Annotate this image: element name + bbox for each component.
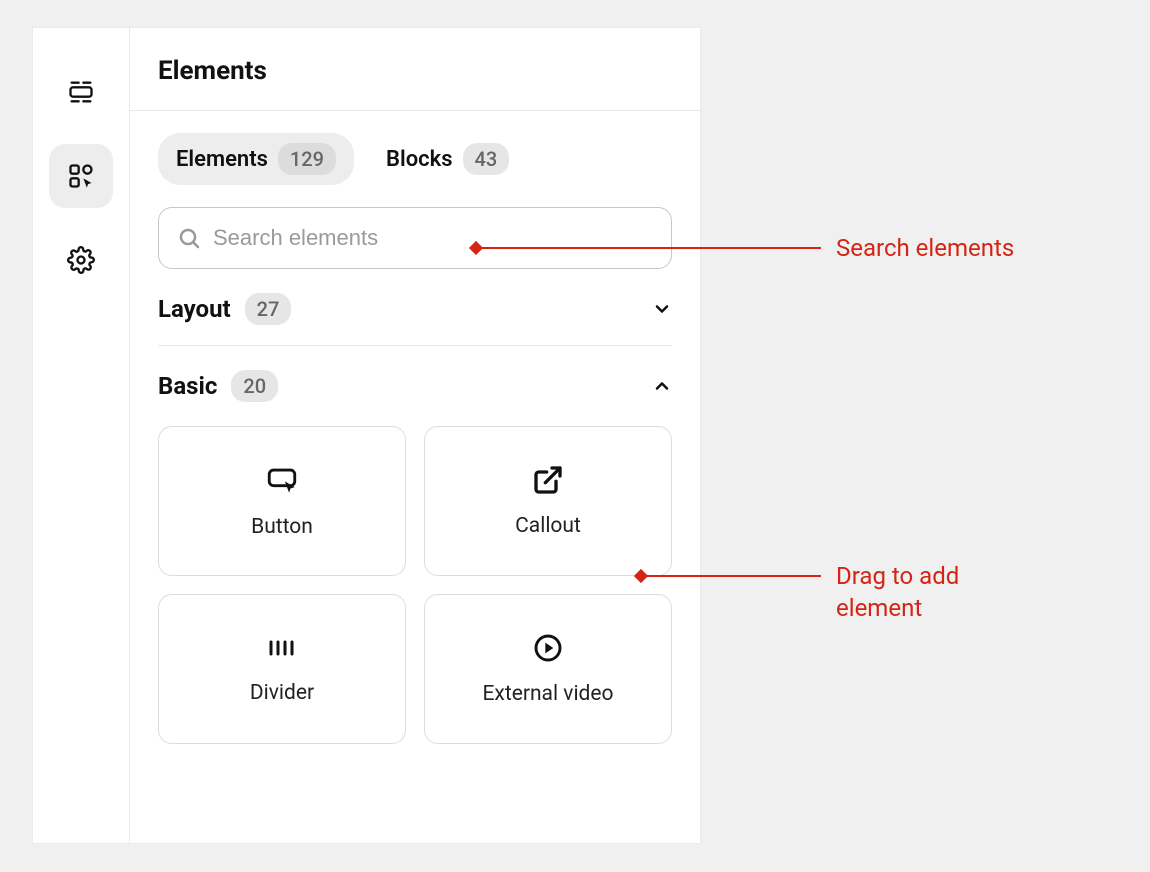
gear-icon [67, 246, 95, 274]
panel: Elements Elements 129 Blocks 43 [129, 28, 700, 843]
rail-settings-button[interactable] [49, 228, 113, 292]
play-circle-icon [532, 632, 564, 664]
section-layout-count: 27 [245, 293, 292, 325]
element-button-label: Button [251, 515, 313, 539]
tab-blocks-label: Blocks [386, 147, 453, 172]
divider-icon [264, 633, 300, 663]
button-icon [265, 463, 299, 497]
sections-icon [67, 78, 95, 106]
rail-sections-button[interactable] [49, 60, 113, 124]
element-button[interactable]: Button [158, 426, 406, 576]
annotation-search: Search elements [836, 232, 1014, 264]
element-callout[interactable]: Callout [424, 426, 672, 576]
tab-elements-count: 129 [278, 143, 336, 175]
tab-elements-label: Elements [176, 147, 268, 172]
rail-elements-button[interactable] [49, 144, 113, 208]
annotation-line [476, 247, 821, 249]
annotation-line [641, 575, 821, 577]
element-external-video[interactable]: External video [424, 594, 672, 744]
panel-title: Elements [130, 28, 700, 111]
section-basic-header[interactable]: Basic 20 [158, 370, 672, 422]
section-basic-count: 20 [231, 370, 278, 402]
element-callout-label: Callout [515, 514, 581, 538]
tab-blocks-count: 43 [463, 143, 510, 175]
annotation-drag: Drag to add element [836, 560, 1036, 625]
search-icon [177, 226, 201, 250]
section-basic-title: Basic [158, 372, 217, 400]
elements-grid-icon [67, 162, 95, 190]
elements-panel-window: Elements Elements 129 Blocks 43 [33, 28, 700, 843]
elements-grid: Button Callout Divider [158, 422, 672, 744]
element-divider-label: Divider [250, 681, 314, 705]
sidebar-rail [33, 28, 129, 843]
external-link-icon [532, 464, 564, 496]
element-external-video-label: External video [482, 682, 613, 706]
section-layout-title: Layout [158, 295, 231, 323]
tab-elements[interactable]: Elements 129 [158, 133, 354, 185]
chevron-up-icon [652, 376, 672, 396]
tabs: Elements 129 Blocks 43 [130, 111, 700, 185]
element-divider[interactable]: Divider [158, 594, 406, 744]
tab-blocks[interactable]: Blocks 43 [382, 133, 527, 185]
section-layout-header[interactable]: Layout 27 [158, 293, 672, 346]
chevron-down-icon [652, 299, 672, 319]
search-field[interactable] [158, 207, 672, 269]
